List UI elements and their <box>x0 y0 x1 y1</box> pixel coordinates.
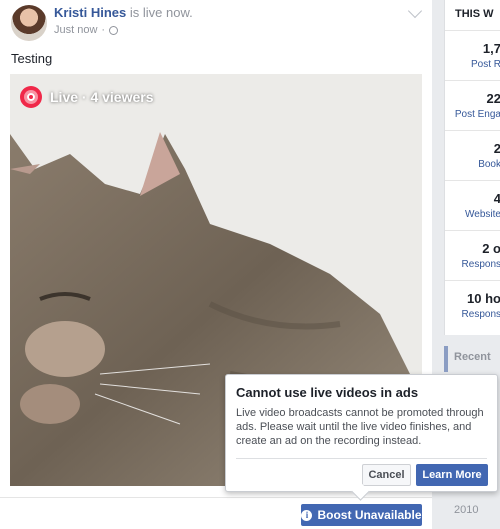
post-text: Testing <box>11 51 53 66</box>
sidebar-stat-row[interactable]: 1,7 Post R <box>445 30 500 80</box>
timeline-active-indicator <box>444 346 448 372</box>
page: Kristi Hines is live now. Just now · Tes… <box>0 0 500 529</box>
timeline-recent[interactable]: Recent <box>454 351 491 363</box>
stat-label[interactable]: Book <box>478 159 500 170</box>
stat-label[interactable]: Post Enga <box>455 109 500 120</box>
sidebar-stat-row[interactable]: 10 ho Respons <box>445 280 500 330</box>
boost-unavailable-button[interactable]: i Boost Unavailable <box>301 504 422 526</box>
post-header: Kristi Hines is live now. <box>54 5 193 20</box>
sidebar-stat-row[interactable]: 2 o Respons <box>445 230 500 280</box>
timeline-nav: Recent 2010 <box>444 340 500 529</box>
stat-value: 1,7 <box>482 41 500 56</box>
stat-label[interactable]: Respons <box>462 309 500 320</box>
stat-value: 22 <box>486 91 500 106</box>
author-name-link[interactable]: Kristi Hines <box>54 5 126 20</box>
stat-value: 4 <box>494 191 500 206</box>
live-broadcast-icon <box>20 86 42 108</box>
live-status-text: is live now. <box>126 5 193 20</box>
stat-label[interactable]: Post R <box>471 59 500 70</box>
meta-separator: · <box>101 24 106 36</box>
popover-title: Cannot use live videos in ads <box>236 385 419 400</box>
cancel-button[interactable]: Cancel <box>362 464 411 486</box>
sidebar-stat-row[interactable]: 22 Post Enga <box>445 80 500 130</box>
post-meta: Just now · <box>54 24 119 36</box>
globe-icon <box>109 25 119 35</box>
live-viewers-label: Live · 4 viewers <box>50 89 154 105</box>
divider <box>0 497 432 498</box>
author-avatar[interactable] <box>11 5 47 41</box>
sidebar-stat-row[interactable]: 2 Book <box>445 130 500 180</box>
stat-value: 10 ho <box>467 291 500 306</box>
info-icon: i <box>301 509 313 521</box>
page-insights-sidebar: THIS W 1,7 Post R 22 Post Enga 2 Book 4 … <box>444 0 500 335</box>
stat-value: 2 <box>494 141 500 156</box>
stat-label[interactable]: Website <box>465 209 500 220</box>
stat-label[interactable]: Respons <box>462 259 500 270</box>
stat-value: 2 o <box>482 241 500 256</box>
boost-button-label: Boost Unavailable <box>317 508 422 522</box>
timeline-year-2010[interactable]: 2010 <box>454 504 478 516</box>
sidebar-header: THIS W <box>455 8 494 20</box>
post-timestamp[interactable]: Just now <box>54 24 97 36</box>
chevron-down-icon[interactable] <box>407 3 423 19</box>
sidebar-stat-row[interactable]: 4 Website <box>445 180 500 230</box>
live-badge: Live · 4 viewers <box>20 86 154 108</box>
